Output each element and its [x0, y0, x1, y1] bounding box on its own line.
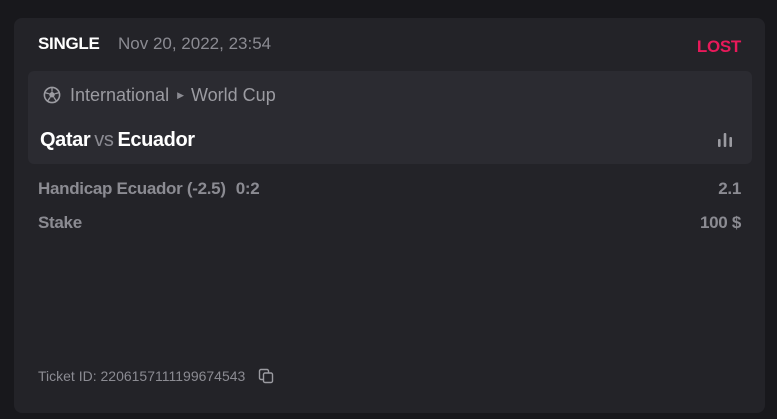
bar-chart-icon[interactable]: [716, 132, 734, 148]
copy-icon[interactable]: [258, 368, 274, 384]
match-title[interactable]: Qatar vs Ecuador: [40, 129, 195, 152]
bet-date: Nov 20, 2022, 23:54: [118, 34, 272, 53]
selection-market: Handicap Ecuador (-2.5): [38, 179, 226, 198]
soccer-ball-icon: [43, 86, 61, 104]
selection-odds: 2.1: [718, 179, 741, 198]
chevron-right-icon: ▶: [177, 90, 184, 100]
event-league: World Cup: [191, 85, 276, 105]
event-panel[interactable]: International ▶ World Cup Qatar vs Ecuador: [28, 71, 752, 164]
vs-label: vs: [94, 129, 114, 151]
bet-header: SINGLE Nov 20, 2022, 23:54 LOST: [38, 34, 741, 56]
ticket-id-label: Ticket ID:: [38, 368, 97, 384]
home-team: Qatar: [40, 129, 91, 151]
stake-value: 100 $: [699, 213, 741, 232]
ticket-id-value: 2206157111199674543: [100, 368, 246, 384]
bet-type: SINGLE: [38, 34, 100, 53]
event-category: International: [70, 85, 170, 105]
event-breadcrumb: International ▶ World Cup: [70, 85, 276, 106]
selection-row: Handicap Ecuador (-2.5) 0:2 2.1: [38, 179, 741, 201]
selection-score: 0:2: [235, 179, 260, 198]
away-team: Ecuador: [117, 129, 195, 151]
ticket-footer: Ticket ID: 2206157111199674543: [38, 368, 274, 384]
bet-card: SINGLE Nov 20, 2022, 23:54 LOST Internat…: [14, 18, 765, 413]
stake-label: Stake: [38, 213, 82, 232]
bet-status-badge: LOST: [696, 37, 741, 56]
stake-row: Stake 100 $: [38, 213, 741, 235]
